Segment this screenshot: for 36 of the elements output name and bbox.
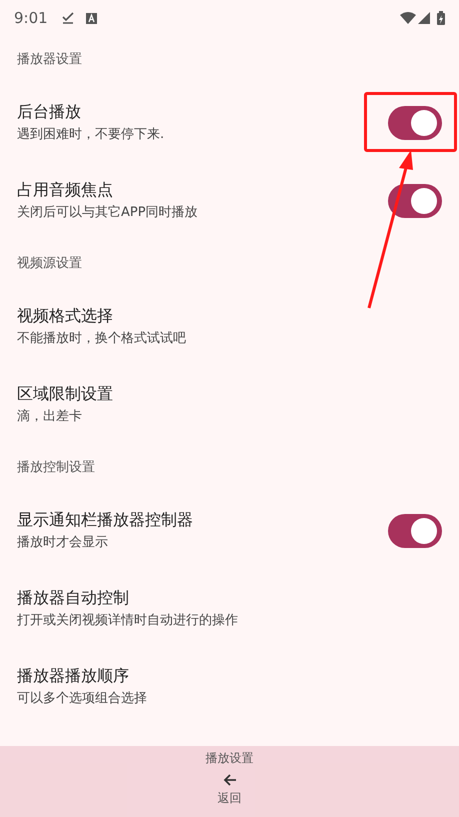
settings-row[interactable]: 视频格式选择 不能播放时，换个格式试试吧 xyxy=(0,288,459,366)
settings-row[interactable]: 后台播放 遇到困难时，不要停下来. xyxy=(0,84,459,162)
download-done-icon xyxy=(62,12,74,24)
setting-description: 不能播放时，换个格式试试吧 xyxy=(17,330,187,348)
status-time: 9:01 xyxy=(14,8,48,29)
setting-title: 显示通知栏播放器控制器 xyxy=(17,510,194,530)
setting-title: 播放器自动控制 xyxy=(17,588,130,608)
wifi-icon xyxy=(400,12,416,24)
setting-description: 播放时才会显示 xyxy=(17,534,109,552)
toggle-switch[interactable] xyxy=(388,106,442,140)
setting-description: 打开或关闭视频详情时自动进行的操作 xyxy=(17,612,239,630)
back-arrow-icon xyxy=(222,773,236,787)
settings-row[interactable]: 显示通知栏播放器控制器 播放时才会显示 xyxy=(0,492,459,570)
section-header: 视频源设置 xyxy=(17,255,82,274)
back-button[interactable]: 返回 xyxy=(218,773,242,807)
toggle-switch[interactable] xyxy=(388,184,442,218)
setting-description: 遇到困难时，不要停下来. xyxy=(17,126,166,144)
settings-row[interactable]: 播放器播放顺序 可以多个选项组合选择 xyxy=(0,648,459,726)
setting-title: 区域限制设置 xyxy=(17,384,114,404)
section-header: 播放器设置 xyxy=(17,51,82,70)
setting-description: 滴，出差卡 xyxy=(17,408,83,426)
setting-description: 关闭后可以与其它APP同时播放 xyxy=(17,204,199,222)
battery-icon xyxy=(437,11,445,25)
setting-title: 后台播放 xyxy=(17,102,82,122)
toggle-switch[interactable] xyxy=(388,514,442,548)
bottom-bar-title: 播放设置 xyxy=(206,750,254,767)
app-letter-icon xyxy=(86,12,97,24)
setting-title: 占用音频焦点 xyxy=(17,180,114,200)
setting-title: 播放器播放顺序 xyxy=(17,666,130,686)
settings-row[interactable]: 区域限制设置 滴，出差卡 xyxy=(0,366,459,444)
settings-row[interactable]: 播放器自动控制 打开或关闭视频详情时自动进行的操作 xyxy=(0,570,459,648)
section-header: 播放控制设置 xyxy=(17,459,95,478)
settings-row[interactable]: 占用音频焦点 关闭后可以与其它APP同时播放 xyxy=(0,162,459,240)
setting-title: 视频格式选择 xyxy=(17,306,114,326)
setting-description: 可以多个选项组合选择 xyxy=(17,690,148,708)
signal-icon xyxy=(418,12,430,24)
